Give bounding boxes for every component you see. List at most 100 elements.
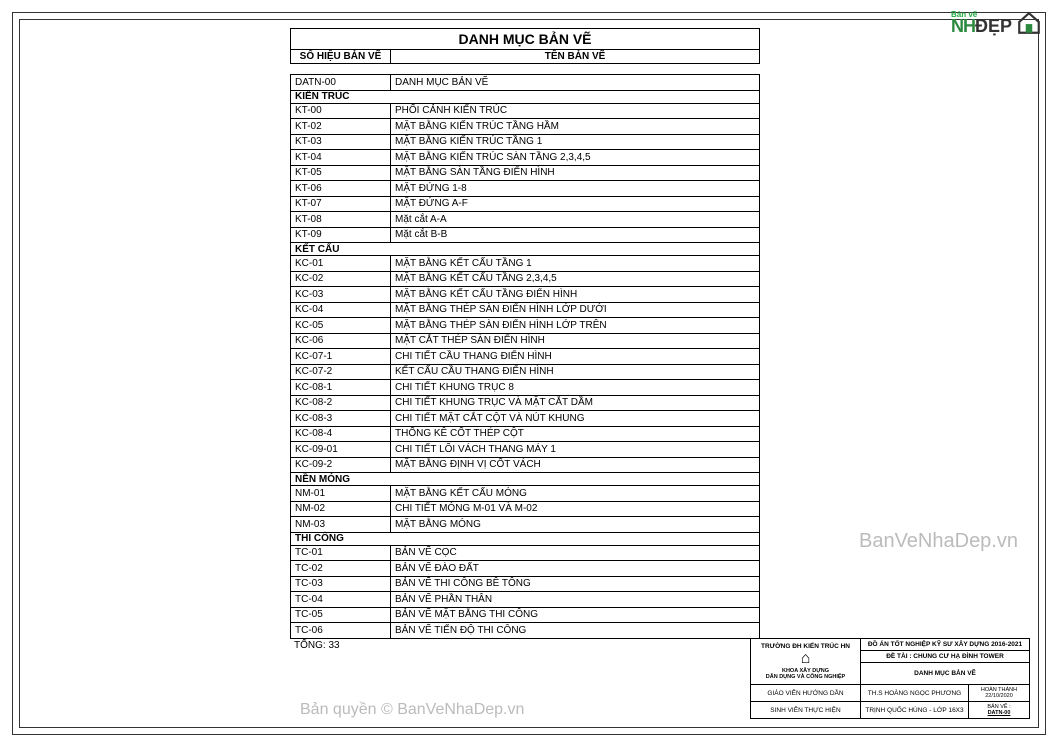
cell-name: MẶT ĐỨNG A-F <box>391 197 759 212</box>
cell-id: KC-07-1 <box>291 349 391 364</box>
tb-gvhd-label: GIÁO VIÊN HƯỚNG DẪN <box>751 685 861 701</box>
tb-date: HOÀN THÀNH 22/10/2020 <box>969 685 1029 701</box>
logo-nh: NH <box>951 16 975 36</box>
cell-name: Mặt cắt A-A <box>391 212 759 227</box>
table-row: KC-05MẶT BẰNG THÉP SÀN ĐIỂN HÌNH LỚP TRÊ… <box>290 318 760 334</box>
cell-name: MẶT BẰNG MÓNG <box>391 517 759 532</box>
group-header: NỀN MÓNG <box>290 473 760 486</box>
cell-name: CHI TIẾT KHUNG TRỤC 8 <box>391 380 759 395</box>
cell-id: KC-02 <box>291 272 391 287</box>
cell-name: CHI TIẾT KHUNG TRỤC VÀ MẶT CẮT DẦM <box>391 396 759 411</box>
cell-id: TC-03 <box>291 577 391 592</box>
table-row: KC-04MẶT BẰNG THÉP SÀN ĐIỂN HÌNH LỚP DƯỚ… <box>290 303 760 319</box>
tb-school-cell: TRƯỜNG ĐH KIẾN TRÚC HN ⌂ KHOA XÂY DỰNG D… <box>751 639 861 684</box>
cell-id: KT-06 <box>291 181 391 196</box>
drawing-list-table: DANH MỤC BẢN VẼ SỐ HIỆU BẢN VẼ TÊN BẢN V… <box>290 28 760 652</box>
table-row: KC-02MẶT BẰNG KẾT CẤU TẦNG 2,3,4,5 <box>290 272 760 288</box>
cell-name: CHI TIẾT MÓNG M-01 VÀ M-02 <box>391 502 759 517</box>
cell-id: KT-00 <box>291 104 391 119</box>
cell-id: NM-01 <box>291 486 391 501</box>
cell-id: KT-04 <box>291 150 391 165</box>
cell-id: KT-09 <box>291 228 391 243</box>
table-row: KC-09-2MẶT BẰNG ĐỊNH VỊ CỐT VÁCH <box>290 458 760 474</box>
tb-svth-label: SINH VIÊN THỰC HIỆN <box>751 702 861 718</box>
table-row: KT-02MẶT BẰNG KIẾN TRÚC TẦNG HẦM <box>290 119 760 135</box>
cell-name: MẶT BẰNG SÀN TẦNG ĐIỂN HÌNH <box>391 166 759 181</box>
table-row: KT-06MẶT ĐỨNG 1-8 <box>290 181 760 197</box>
cell-id: KT-02 <box>291 119 391 134</box>
cell-name: BẢN VẼ THI CÔNG BÊ TÔNG <box>391 577 759 592</box>
group-header: KIẾN TRÚC <box>290 91 760 104</box>
tb-gvhd-value: TH.S HOÀNG NGỌC PHƯƠNG <box>861 685 969 701</box>
intro-section: DATN-00 DANH MỤC BẢN VẼ KIẾN TRÚCKT-00PH… <box>290 74 760 639</box>
cell-name: MẶT BẰNG KẾT CẤU TẦNG 1 <box>391 256 759 271</box>
table-row: KT-09Mặt cắt B-B <box>290 228 760 244</box>
title-block: TRƯỜNG ĐH KIẾN TRÚC HN ⌂ KHOA XÂY DỰNG D… <box>750 638 1030 719</box>
table-row: DATN-00 DANH MỤC BẢN VẼ <box>290 74 760 91</box>
cell-id: KC-01 <box>291 256 391 271</box>
cell-id: KC-08-3 <box>291 411 391 426</box>
table-row: TC-05BẢN VẼ MẶT BẰNG THI CÔNG <box>290 608 760 624</box>
cell-name: MẶT BẰNG KẾT CẤU MÓNG <box>391 486 759 501</box>
table-row: NM-03MẶT BẰNG MÓNG <box>290 517 760 533</box>
tb-topic: ĐỀ TÀI : CHUNG CƯ HẠ ĐÌNH TOWER <box>861 651 1029 663</box>
table-row: KC-08-4THỐNG KÊ CỐT THÉP CỘT <box>290 427 760 443</box>
school-logo-icon: ⌂ <box>801 650 811 668</box>
table-row: TC-04BẢN VẼ PHẦN THÂN <box>290 592 760 608</box>
cell-name: MẶT BẰNG KẾT CẤU TẦNG 2,3,4,5 <box>391 272 759 287</box>
table-row: TC-01BẢN VẼ CỌC <box>290 546 760 562</box>
cell-id: TC-06 <box>291 623 391 638</box>
cell-name: MẶT BẰNG KIẾN TRÚC SÀN TẦNG 2,3,4,5 <box>391 150 759 165</box>
cell-id: KC-09-01 <box>291 442 391 457</box>
tb-dept2: DÂN DỤNG VÀ CÔNG NGHIỆP <box>766 674 845 680</box>
table-row: KT-03MẶT BẰNG KIẾN TRÚC TẦNG 1 <box>290 135 760 151</box>
table-row: KT-05MẶT BẰNG SÀN TẦNG ĐIỂN HÌNH <box>290 166 760 182</box>
cell-id: NM-03 <box>291 517 391 532</box>
cell-id: TC-04 <box>291 592 391 607</box>
cell-name: PHỐI CẢNH KIẾN TRÚC <box>391 104 759 119</box>
table-row: KC-03MẶT BẰNG KẾT CẤU TẦNG ĐIỂN HÌNH <box>290 287 760 303</box>
site-logo: Bản vẽ NHĐẸP <box>951 10 1042 36</box>
cell-id: KT-03 <box>291 135 391 150</box>
logo-dep: ĐẸP <box>975 16 1012 36</box>
cell-id: TC-02 <box>291 561 391 576</box>
tb-svth-value: TRỊNH QUỐC HÙNG - LỚP 16X3 <box>861 702 969 718</box>
table-row: KC-07-1CHI TIẾT CẦU THANG ĐIỂN HÌNH <box>290 349 760 365</box>
drawing-inner-frame: DANH MỤC BẢN VẼ SỐ HIỆU BẢN VẼ TÊN BẢN V… <box>19 19 1039 728</box>
cell-id: KC-06 <box>291 334 391 349</box>
cell-name: BẢN VẼ MẶT BẰNG THI CÔNG <box>391 608 759 623</box>
cell-id: KT-05 <box>291 166 391 181</box>
cell-name: DANH MỤC BẢN VẼ <box>391 75 759 90</box>
cell-id: KC-09-2 <box>291 458 391 473</box>
tb-sheet-title: DANH MỤC BẢN VẼ <box>861 663 1029 684</box>
cell-id: KC-05 <box>291 318 391 333</box>
cell-name: KẾT CẤU CẦU THANG ĐIỂN HÌNH <box>391 365 759 380</box>
table-row: KC-08-2CHI TIẾT KHUNG TRỤC VÀ MẶT CẮT DẦ… <box>290 396 760 412</box>
drawing-outer-frame: DANH MỤC BẢN VẼ SỐ HIỆU BẢN VẼ TÊN BẢN V… <box>12 12 1046 735</box>
cell-id: KT-07 <box>291 197 391 212</box>
cell-name: BẢN VẼ PHẦN THÂN <box>391 592 759 607</box>
table-row: TC-03BẢN VẼ THI CÔNG BÊ TÔNG <box>290 577 760 593</box>
tb-project: ĐỒ ÁN TỐT NGHIỆP KỸ SƯ XÂY DỰNG 2016-202… <box>861 639 1029 651</box>
cell-name: THỐNG KÊ CỐT THÉP CỘT <box>391 427 759 442</box>
cell-id: KC-08-4 <box>291 427 391 442</box>
table-row: KT-08Mặt cắt A-A <box>290 212 760 228</box>
table-row: KC-01MẶT BẰNG KẾT CẤU TẦNG 1 <box>290 256 760 272</box>
cell-name: Mặt cắt B-B <box>391 228 759 243</box>
cell-name: CHI TIẾT CẦU THANG ĐIỂN HÌNH <box>391 349 759 364</box>
group-header: KẾT CẤU <box>290 243 760 256</box>
cell-id: KT-08 <box>291 212 391 227</box>
cell-name: MẶT BẰNG KẾT CẤU TẦNG ĐIỂN HÌNH <box>391 287 759 302</box>
cell-name: MẶT BẰNG THÉP SÀN ĐIỂN HÌNH LỚP TRÊN <box>391 318 759 333</box>
total-count: TỔNG: 33 <box>290 639 760 652</box>
cell-name: MẶT ĐỨNG 1-8 <box>391 181 759 196</box>
cell-id: KC-08-2 <box>291 396 391 411</box>
table-row: TC-02BẢN VẼ ĐÀO ĐẤT <box>290 561 760 577</box>
table-row: KC-09-01CHI TIẾT LÕI VÁCH THANG MÁY 1 <box>290 442 760 458</box>
cell-name: MẶT BẰNG ĐỊNH VỊ CỐT VÁCH <box>391 458 759 473</box>
cell-id: KC-08-1 <box>291 380 391 395</box>
tb-school: TRƯỜNG ĐH KIẾN TRÚC HN <box>761 643 850 650</box>
table-row: KT-04MẶT BẰNG KIẾN TRÚC SÀN TẦNG 2,3,4,5 <box>290 150 760 166</box>
cell-id: KC-04 <box>291 303 391 318</box>
cell-name: BẢN VẼ ĐÀO ĐẤT <box>391 561 759 576</box>
